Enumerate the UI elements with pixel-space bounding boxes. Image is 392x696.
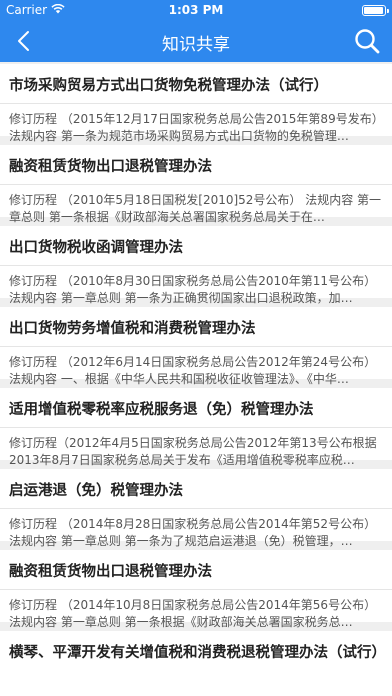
page-title: 知识共享 xyxy=(162,35,230,55)
list-item[interactable]: 融资租赁货物出口退税管理办法 修订历程 （2014年10月8日国家税务总局公告2… xyxy=(0,550,392,629)
item-summary: 修订历程 （2012年6月14日国家税务总局公告2012年第24号公布）法规内容… xyxy=(9,355,377,386)
list-item[interactable]: 横琴、平潭开发有关增值税和消费税退税管理办法（试行） xyxy=(0,631,392,696)
search-icon xyxy=(355,29,380,54)
item-divider xyxy=(0,427,392,428)
item-summary: 修订历程（2012年4月5日国家税务总局公告2012年第13号公布根据2013年… xyxy=(9,436,377,467)
list-item[interactable]: 市场采购贸易方式出口货物免税管理办法（试行） 修订历程 （2015年12月17日… xyxy=(0,64,392,143)
list-item[interactable]: 启运港退（免）税管理办法 修订历程 （2014年8月28日国家税务总局公告201… xyxy=(0,469,392,548)
item-title: 融资租赁货物出口退税管理办法 xyxy=(9,159,212,175)
item-summary: 修订历程 （2010年5月18日国税发[2010]52号公布） 法规内容 第一章… xyxy=(9,193,382,224)
item-summary: 修订历程 （2014年10月8日国家税务总局公告2014年第56号公布）法规内容… xyxy=(9,598,377,629)
status-time: 1:03 PM xyxy=(168,3,224,17)
item-summary: 修订历程 （2014年8月28日国家税务总局公告2014年第52号公布）法规内容… xyxy=(9,517,377,548)
item-summary: 修订历程 （2015年12月17日国家税务总局公告2015年第89号发布）法规内… xyxy=(9,112,384,143)
item-title: 适用增值税零税率应税服务退（免）税管理办法 xyxy=(9,402,314,418)
item-divider xyxy=(0,265,392,266)
item-divider xyxy=(0,346,392,347)
item-title: 融资租赁货物出口退税管理办法 xyxy=(9,564,212,580)
item-title: 启运港退（免）税管理办法 xyxy=(9,483,183,499)
list-item[interactable]: 出口货物税收函调管理办法 修订历程 （2010年8月30日国家税务总局公告201… xyxy=(0,226,392,305)
item-title: 市场采购贸易方式出口货物免税管理办法（试行） xyxy=(9,78,328,94)
item-title: 出口货物税收函调管理办法 xyxy=(9,240,183,256)
search-button[interactable] xyxy=(352,26,382,56)
list-item[interactable]: 融资租赁货物出口退税管理办法 修订历程 （2010年5月18日国税发[2010]… xyxy=(0,145,392,224)
item-divider xyxy=(0,589,392,590)
item-summary: 修订历程 （2010年8月30日国家税务总局公告2010年第11号公布）法规内容… xyxy=(9,274,377,305)
item-title: 出口货物劳务增值税和消费税管理办法 xyxy=(9,321,256,337)
status-bar: Carrier 1:03 PM xyxy=(0,0,392,20)
battery-icon xyxy=(362,5,389,16)
item-title: 横琴、平潭开发有关增值税和消费税退税管理办法（试行） xyxy=(9,645,384,661)
nav-bar: 知识共享 xyxy=(0,20,392,62)
article-list: 市场采购贸易方式出口货物免税管理办法（试行） 修订历程 （2015年12月17日… xyxy=(0,64,392,696)
item-divider xyxy=(0,103,392,104)
list-item[interactable]: 出口货物劳务增值税和消费税管理办法 修订历程 （2012年6月14日国家税务总局… xyxy=(0,307,392,386)
list-item[interactable]: 适用增值税零税率应税服务退（免）税管理办法 修订历程（2012年4月5日国家税务… xyxy=(0,388,392,467)
item-divider xyxy=(0,184,392,185)
item-divider xyxy=(0,508,392,509)
